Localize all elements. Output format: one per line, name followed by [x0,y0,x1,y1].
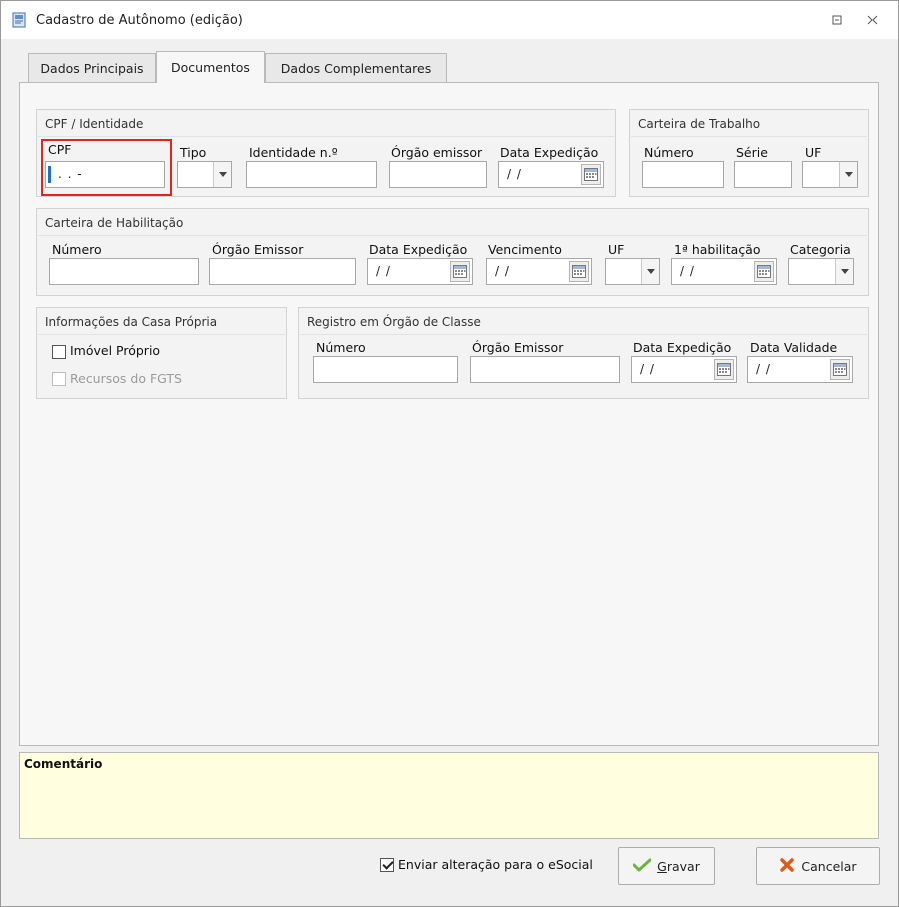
data-expedicao-label: Data Expedição [500,145,599,160]
cnh-data-expedicao-label: Data Expedição [369,242,468,257]
cnh-primeira-habilitacao-input[interactable]: / / [671,258,777,285]
comentario-label: Comentário [24,757,103,771]
group-separator [300,334,867,335]
date-value: / / [495,264,510,278]
cancelar-label: Cancelar [801,858,857,874]
calendar-icon[interactable] [450,261,470,282]
ctps-serie-label: Série [736,145,768,160]
esocial-label[interactable]: Enviar alteração para o eSocial [398,857,593,872]
cnh-uf-label: UF [608,242,625,257]
chevron-down-icon[interactable] [641,259,659,284]
group-separator [38,136,614,137]
identidade-label: Identidade n.º [249,145,338,160]
group-title: Informações da Casa Própria [45,315,218,329]
cpf-highlight-box [41,139,172,196]
ctps-numero-label: Número [644,145,694,160]
classe-orgao-input[interactable] [470,356,620,383]
tab-documentos[interactable]: Documentos [156,51,265,83]
chevron-down-icon[interactable] [213,162,231,187]
app-icon [11,12,27,28]
classe-data-validade-input[interactable]: / / [747,356,853,383]
cnh-primeira-habilitacao-label: 1ª habilitação [674,242,761,257]
cnh-orgao-label: Órgão Emissor [212,242,304,257]
chevron-down-icon[interactable] [835,259,853,284]
ctps-serie-input[interactable] [734,161,792,188]
tipo-label: Tipo [180,145,207,160]
recursos-fgts-label: Recursos do FGTS [70,371,182,386]
recursos-fgts-checkbox[interactable] [52,372,66,386]
tab-dados-complementares[interactable]: Dados Complementares [265,53,447,82]
comentario-textarea[interactable]: Comentário [19,752,879,839]
classe-orgao-label: Órgão Emissor [472,340,564,355]
group-separator [38,334,285,335]
group-title: Registro em Órgão de Classe [307,315,481,329]
orgao-emissor-input[interactable] [389,161,487,188]
cnh-vencimento-label: Vencimento [488,242,562,257]
group-title: Carteira de Habilitação [45,216,184,230]
data-expedicao-input[interactable]: / / [498,161,604,188]
calendar-icon[interactable] [581,164,601,185]
classe-numero-input[interactable] [313,356,458,383]
date-value: / / [507,167,522,181]
title-bar: Cadastro de Autônomo (edição) [1,1,898,39]
check-icon [632,858,652,875]
classe-data-validade-label: Data Validade [750,340,838,355]
group-title: CPF / Identidade [45,117,144,131]
chevron-down-icon[interactable] [839,162,857,187]
classe-data-expedicao-label: Data Expedição [633,340,732,355]
cnh-data-expedicao-input[interactable]: / / [367,258,473,285]
ctps-uf-label: UF [805,145,822,160]
cnh-numero-input[interactable] [49,258,199,285]
orgao-emissor-label: Órgão emissor [391,145,483,160]
cnh-categoria-label: Categoria [790,242,851,257]
date-value: / / [376,264,391,278]
dialog-window: Cadastro de Autônomo (edição) Dados Prin… [0,0,899,907]
calendar-icon[interactable] [569,261,589,282]
cnh-numero-label: Número [52,242,102,257]
cnh-orgao-input[interactable] [209,258,356,285]
date-value: / / [680,264,695,278]
ctps-uf-select[interactable] [802,161,858,188]
close-icon[interactable] [860,9,884,31]
cancelar-button[interactable]: Cancelar [756,847,880,885]
imovel-proprio-label[interactable]: Imóvel Próprio [70,343,160,358]
group-separator [631,136,867,137]
date-value: / / [640,362,655,376]
esocial-checkbox[interactable] [380,858,394,872]
group-separator [38,235,867,236]
calendar-icon[interactable] [754,261,774,282]
calendar-icon[interactable] [830,359,850,380]
cnh-vencimento-input[interactable]: / / [486,258,592,285]
cnh-uf-select[interactable] [605,258,660,285]
restore-icon[interactable] [825,9,849,31]
close-icon [779,857,795,876]
calendar-icon[interactable] [714,359,734,380]
tipo-select[interactable] [177,161,232,188]
gravar-button[interactable]: Gravar [618,847,715,885]
cnh-categoria-select[interactable] [788,258,854,285]
imovel-proprio-checkbox[interactable] [52,345,66,359]
group-title: Carteira de Trabalho [638,117,761,131]
tab-dados-principais[interactable]: Dados Principais [28,53,156,82]
date-value: / / [756,362,771,376]
classe-data-expedicao-input[interactable]: / / [631,356,737,383]
window-title: Cadastro de Autônomo (edição) [36,13,243,28]
classe-numero-label: Número [316,340,366,355]
ctps-numero-input[interactable] [642,161,724,188]
gravar-label: Gravar [657,858,700,874]
identidade-input[interactable] [246,161,377,188]
